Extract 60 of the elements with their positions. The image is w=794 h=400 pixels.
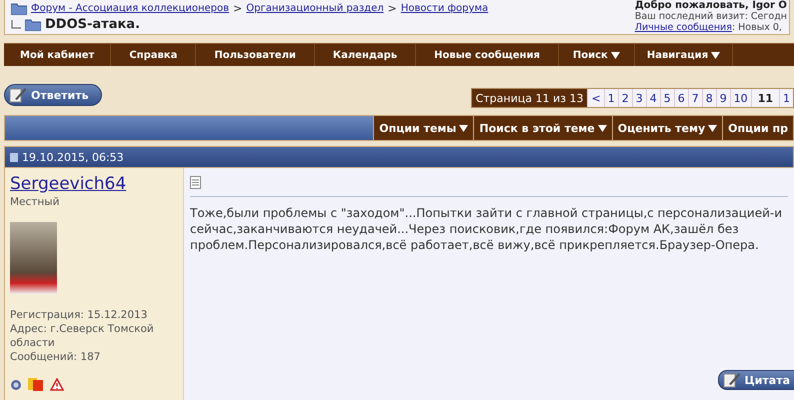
page-link[interactable]: 3 — [632, 89, 646, 107]
page-link[interactable]: 1 — [779, 89, 793, 107]
nav-menu-item[interactable]: Мой кабинет — [4, 44, 112, 66]
page-link[interactable]: 5 — [660, 89, 674, 107]
dropdown-arrow-icon — [708, 124, 718, 132]
page-link[interactable]: 9 — [716, 89, 730, 107]
folder-icon — [11, 2, 27, 14]
page-link[interactable]: 10 — [730, 89, 751, 107]
reputation-card-icon — [28, 378, 44, 391]
nav-menu-item[interactable]: Навигация — [634, 44, 734, 66]
pencil-paper-icon — [9, 87, 27, 103]
breadcrumb-link[interactable]: Форум - Ассоциация коллекционеров — [31, 3, 229, 14]
new-messages-text: : Новых 0, — [732, 22, 782, 33]
page-link[interactable]: 6 — [674, 89, 688, 107]
page-link[interactable]: 2 — [618, 89, 632, 107]
nav-menu-item[interactable]: Календарь — [314, 44, 416, 66]
warning-icon — [50, 378, 64, 391]
author-rank: Местный — [10, 196, 60, 208]
author-info: Регистрация: 15.12.2013 — [10, 308, 148, 322]
page-link[interactable]: 11 — [750, 89, 779, 107]
page-count-label: Страница 11 из 13 — [472, 89, 588, 107]
post-icon — [10, 152, 18, 162]
thread-title: DDOS-атака. — [45, 17, 140, 32]
breadcrumb-separator: > — [233, 2, 242, 15]
nav-menu-item[interactable]: Пользователи — [196, 44, 315, 66]
nav-menu-item[interactable]: Новые сообщения — [416, 44, 559, 66]
dropdown-arrow-icon — [459, 124, 468, 132]
dropdown-arrow-icon — [711, 52, 720, 58]
author-info: Адрес: г.Северск Томской области — [10, 322, 155, 350]
pencil-paper-icon — [723, 372, 742, 388]
photo-placeholder — [10, 222, 57, 294]
author-info: Сообщений: 187 — [10, 350, 102, 364]
reply-button[interactable]: Ответить — [4, 84, 102, 106]
dropdown-arrow-icon — [598, 124, 607, 132]
thread-tool-menu[interactable]: Опции темы — [373, 116, 474, 140]
welcome-text: Добро пожаловать, Igor O — [634, 0, 787, 11]
nav-menu-item[interactable]: Поиск — [558, 44, 635, 66]
author-name-link[interactable]: Sergeevich64 — [10, 174, 178, 194]
post-date: 19.10.2015, 06:53 — [22, 150, 124, 164]
last-visit-text: Ваш последний визит: Сегодн — [634, 11, 787, 22]
post-text: Тоже,были проблемы с "заходом"...Попытки зайти с главной страницы,с персонализацией-и сейчас,заканчиваются неудачей...Через поисковик,где появился:Форум АК,зашёл без проблем.Персонализировался,всё работает,всё вижу,всё прикрепляется.Браузер-Опера. — [190, 205, 784, 253]
breadcrumb-separator: > — [388, 2, 397, 15]
page-link[interactable]: 4 — [646, 89, 660, 107]
private-messages-link[interactable]: Личные сообщения — [634, 22, 732, 33]
page-link[interactable]: 8 — [702, 89, 716, 107]
offline-status-icon — [10, 378, 22, 390]
document-icon — [190, 176, 201, 189]
page-link[interactable]: 1 — [604, 89, 618, 107]
breadcrumb-link[interactable]: Новости форума — [400, 3, 488, 14]
tree-connector-icon — [11, 20, 21, 30]
folder-icon — [25, 18, 41, 30]
breadcrumb-link[interactable]: Организационный раздел — [246, 3, 384, 14]
nav-menu-item[interactable]: Справка — [111, 44, 196, 66]
page-link[interactable]: < — [587, 89, 604, 107]
thread-tool-menu[interactable]: Опции пр — [722, 116, 793, 140]
thread-tool-menu[interactable]: Поиск в этой теме — [473, 116, 612, 140]
quote-button[interactable]: Цитата — [718, 370, 794, 390]
dropdown-arrow-icon — [610, 52, 620, 58]
page-link[interactable]: 7 — [688, 89, 702, 107]
thread-tool-menu[interactable]: Оценить тему — [612, 116, 722, 140]
